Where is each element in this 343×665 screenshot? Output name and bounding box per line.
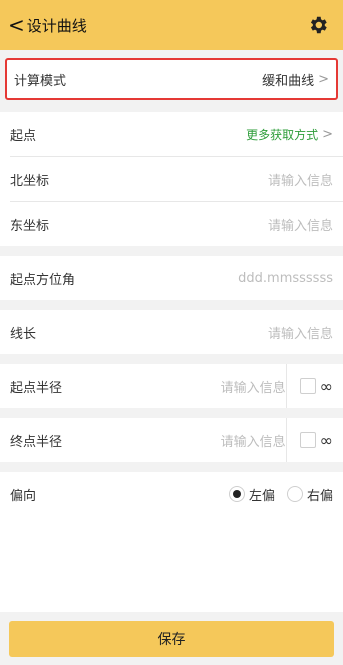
start-point-section: 起点 更多获取方式 > 北坐标 请输入信息 东坐标 请输入信息 (0, 112, 343, 246)
empty-area (0, 516, 343, 612)
length-label: 线长 (10, 326, 37, 342)
direction-section: 偏向 左偏 右偏 (0, 472, 343, 516)
start-point-row: 起点 更多获取方式 > (0, 112, 343, 156)
section-gap (0, 100, 343, 112)
right-deflection-radio[interactable] (286, 486, 303, 502)
azimuth-label: 起点方位角 (10, 272, 76, 288)
end-radius-label: 终点半径 (10, 434, 63, 450)
bottom-bar: 保存 (0, 612, 343, 665)
start-point-label: 起点 (10, 128, 37, 144)
end-radius-infinity-checkbox[interactable] (299, 432, 316, 448)
divider (286, 418, 287, 462)
east-coordinate-row[interactable]: 东坐标 请输入信息 (0, 202, 343, 246)
calc-mode-value: 缓和曲线 (262, 73, 315, 89)
start-radius-section: 起点半径 请输入信息 ∞ (0, 364, 343, 408)
section-gap (0, 408, 343, 418)
left-deflection-radio[interactable] (228, 486, 245, 502)
page-title: 设计曲线 (26, 16, 87, 35)
length-input[interactable]: 请输入信息 (268, 323, 333, 342)
length-section: 线长 请输入信息 (0, 310, 343, 354)
infinity-label: ∞ (319, 430, 333, 450)
divider (286, 364, 287, 408)
chevron-right-icon: > (318, 71, 329, 87)
section-gap (0, 300, 343, 310)
azimuth-section: 起点方位角 ddd.mmssssss (0, 256, 343, 300)
start-radius-input[interactable]: 请输入信息 (186, 377, 286, 396)
section-gap (0, 462, 343, 472)
section-gap (0, 246, 343, 256)
back-button[interactable]: < 设计曲线 (8, 15, 87, 36)
east-label: 东坐标 (10, 218, 50, 234)
infinity-label: ∞ (319, 376, 333, 396)
calc-mode-row[interactable]: 计算模式 缓和曲线 > (5, 58, 338, 100)
calc-mode-label: 计算模式 (14, 73, 67, 89)
more-methods-text: 更多获取方式 (246, 127, 319, 142)
chevron-right-icon: > (322, 126, 333, 142)
start-radius-label: 起点半径 (10, 380, 63, 396)
end-radius-row: 终点半径 请输入信息 ∞ (0, 418, 343, 462)
save-button[interactable]: 保存 (9, 620, 334, 657)
start-radius-row: 起点半径 请输入信息 ∞ (0, 364, 343, 408)
end-radius-input[interactable]: 请输入信息 (186, 431, 286, 450)
azimuth-input[interactable]: ddd.mmssssss (238, 271, 333, 286)
right-deflection-label[interactable]: 右偏 (307, 485, 333, 504)
north-coordinate-row[interactable]: 北坐标 请输入信息 (0, 157, 343, 201)
gear-icon[interactable] (307, 14, 329, 36)
title-bar: < 设计曲线 (0, 0, 343, 50)
north-label: 北坐标 (10, 173, 50, 189)
end-radius-section: 终点半径 请输入信息 ∞ (0, 418, 343, 462)
azimuth-row[interactable]: 起点方位角 ddd.mmssssss (0, 256, 343, 300)
direction-label: 偏向 (10, 488, 37, 504)
direction-row: 偏向 左偏 右偏 (0, 472, 343, 516)
length-row[interactable]: 线长 请输入信息 (0, 310, 343, 354)
east-input[interactable]: 请输入信息 (268, 215, 333, 234)
start-radius-infinity-checkbox[interactable] (299, 378, 316, 394)
chevron-left-icon: < (8, 13, 25, 37)
north-input[interactable]: 请输入信息 (268, 170, 333, 189)
section-gap (0, 354, 343, 364)
more-methods-link[interactable]: 更多获取方式 > (246, 126, 333, 143)
left-deflection-label[interactable]: 左偏 (249, 485, 275, 504)
